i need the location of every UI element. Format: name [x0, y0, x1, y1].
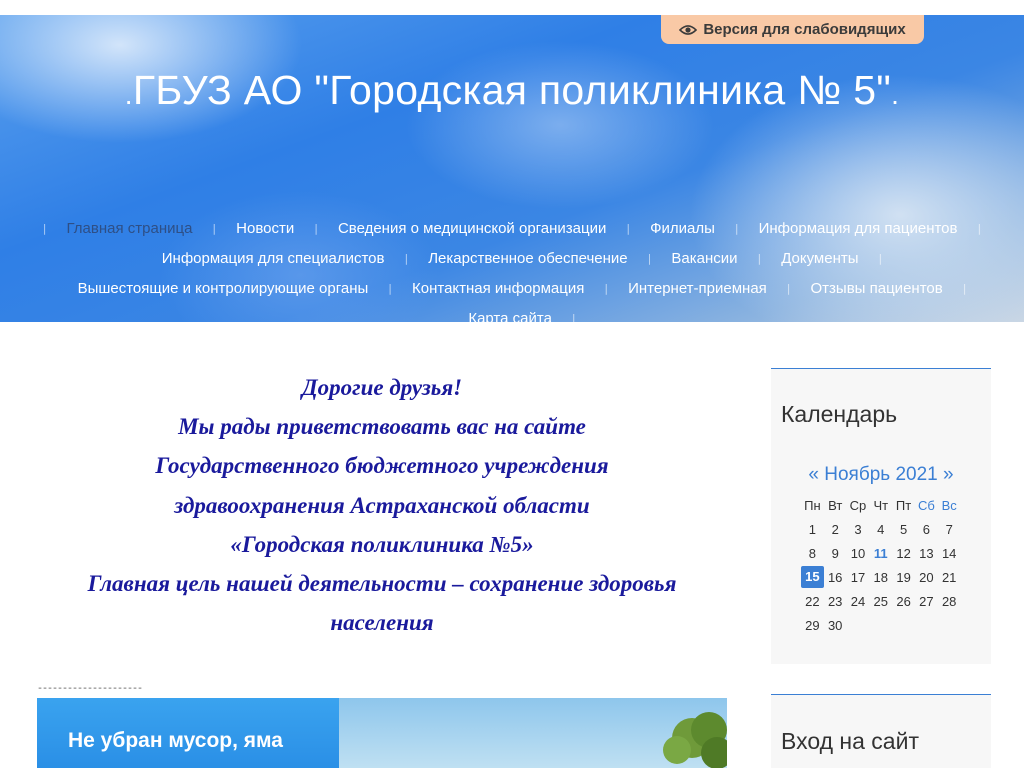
nav-item[interactable]: Лекарственное обеспечение [408, 250, 647, 267]
calendar-week-row: 8 9 10 11 12 13 14 [801, 541, 961, 565]
calendar-weekday: Вт [828, 497, 843, 513]
calendar-week-row: 1234567 [801, 517, 961, 541]
accessibility-version-label: Версия для слабовидящих [703, 21, 906, 38]
news-banner[interactable]: Не убран мусор, яма [37, 698, 727, 768]
nav-item[interactable]: Новости [216, 220, 314, 237]
nav-item[interactable]: Филиалы [630, 220, 735, 237]
calendar-day: 13 [919, 545, 934, 561]
nav-row: | Главная страница | Новости | Сведения о мед… [0, 213, 1024, 243]
nav-item[interactable]: Контактная информация [392, 280, 604, 297]
divider-line: --------------------- [37, 684, 143, 695]
calendar-day: 14 [941, 545, 957, 561]
welcome-line: Государственного бюджетного учреждения [155, 453, 609, 479]
title-dot-right: . [891, 79, 900, 110]
calendar-day: 19 [896, 569, 911, 585]
calendar-day: 2 [831, 521, 839, 537]
calendar-day: 26 [896, 593, 911, 609]
welcome-line: здравоохранения Астраханской области [174, 492, 590, 518]
calendar-day: 18 [873, 569, 889, 585]
calendar-day: 4 [877, 521, 885, 537]
calendar-day: 27 [919, 593, 934, 609]
site-title-text: ГБУЗ АО "Городская поликлиника № 5" [132, 67, 892, 113]
nav-row: Вышестоящие и контролирующие органы | Конт… [0, 273, 1024, 303]
calendar-title: Календарь [781, 401, 898, 427]
calendar-grid: Пн Вт Ср Чт Пт Сб Вс 1 2 3 4 5 6 7 8 9 10 11 12 13 14 15 16 17 1… [801, 493, 961, 637]
main-navigation: | Главная страница | Новости | Сведения о мед… [0, 213, 1024, 323]
tree-image [663, 712, 727, 768]
calendar-weekday: Вс [941, 497, 957, 513]
nav-item[interactable]: Вышестоящие и контролирующие органы [58, 280, 389, 297]
nav-item[interactable]: Главная страница [47, 220, 213, 237]
calendar-day: 3 [854, 521, 862, 537]
title-dot-left: . [124, 79, 133, 110]
nav-item[interactable]: Карта сайта [448, 310, 572, 323]
calendar-day: 22 [805, 593, 820, 609]
calendar-day: 6 [922, 521, 930, 537]
nav-item[interactable]: Информация для специалистов [142, 250, 405, 267]
site-header: Версия для слабовидящих .ГБУЗ АО "Городс… [0, 15, 1024, 322]
calendar-widget: Календарь « Ноябрь 2021 » Пн Вт Ср Чт Пт Сб Вс… [771, 368, 991, 664]
login-title: Вход на сайт [781, 728, 919, 754]
calendar-day: 21 [941, 569, 957, 585]
nav-separator: | [962, 281, 967, 295]
calendar-day: 24 [850, 593, 866, 609]
banner-caption: Не убран мусор, яма [68, 729, 283, 752]
calendar-day: 29 [805, 617, 820, 633]
calendar-weekday: Чт [873, 497, 889, 513]
nav-item[interactable]: Интернет-приемная [608, 280, 787, 297]
calendar-week-row: 29 30 [801, 613, 961, 637]
calendar-day[interactable]: 11 [869, 546, 892, 561]
welcome-line: Дорогие друзья! [301, 375, 463, 400]
calendar-day: 7 [945, 521, 953, 537]
login-widget: Вход на сайт [771, 694, 991, 768]
calendar-weekday: Ср [849, 497, 867, 513]
calendar-day: 28 [941, 593, 957, 609]
welcome-line: «Городская поликлиника №5» [230, 531, 534, 557]
calendar-day: 10 [850, 545, 866, 561]
nav-item[interactable]: Информация для пациентов [739, 220, 978, 237]
eye-icon [679, 24, 698, 36]
nav-row: Информация для специалистов | Лекарственно… [0, 243, 1024, 273]
calendar-next-link[interactable]: » [943, 464, 954, 485]
nav-item[interactable]: Отзывы пациентов [791, 280, 963, 297]
nav-separator: | [977, 221, 982, 235]
welcome-line: Главная цель нашей деятельности – сохран… [87, 571, 677, 597]
nav-item[interactable]: Вакансии [651, 250, 757, 267]
nav-separator: | [878, 251, 883, 265]
calendar-prev-link[interactable]: « [808, 464, 819, 485]
calendar-week-row: 22 23 24 25 26 27 28 [801, 589, 961, 613]
calendar-day: 25 [873, 593, 889, 609]
calendar-day: 5 [899, 521, 908, 537]
calendar-weekday: Сб [917, 497, 935, 513]
calendar-day: 23 [827, 593, 843, 609]
calendar-weekday: Пт [895, 497, 912, 513]
calendar-day: 16 [827, 569, 843, 585]
calendar-week-row: 15 16 17 18 19 20 21 [801, 565, 961, 589]
nav-row: Карта сайта | [0, 303, 1024, 323]
nav-item[interactable]: Сведения о медицинской организации [318, 220, 626, 237]
accessibility-version-button[interactable]: Версия для слабовидящих [661, 15, 924, 44]
calendar-day: 20 [919, 569, 934, 585]
calendar-today[interactable]: 15 [801, 566, 824, 588]
welcome-message: Дорогие друзья! Мы рады приветствовать ва… [37, 368, 727, 642]
calendar-day: 30 [827, 617, 843, 633]
nav-separator: | [571, 311, 576, 323]
calendar-day: 17 [850, 569, 866, 585]
calendar-day: 8 [808, 545, 817, 561]
calendar-day: 9 [831, 545, 839, 561]
site-title[interactable]: .ГБУЗ АО "Городская поликлиника № 5". [0, 67, 1024, 114]
welcome-line: населения [330, 610, 434, 636]
nav-item[interactable]: Документы [761, 250, 878, 267]
calendar-weekday-row: Пн Вт Ср Чт Пт Сб Вс [801, 493, 961, 517]
calendar-day: 12 [896, 545, 911, 561]
calendar-day: 1 [808, 521, 817, 537]
calendar-weekday: Пн [804, 497, 821, 513]
calendar-month-nav: « Ноябрь 2021 » [771, 464, 991, 486]
calendar-month-label: Ноябрь 2021 [824, 464, 938, 485]
welcome-line: Мы рады приветствовать вас на сайте [178, 414, 586, 440]
